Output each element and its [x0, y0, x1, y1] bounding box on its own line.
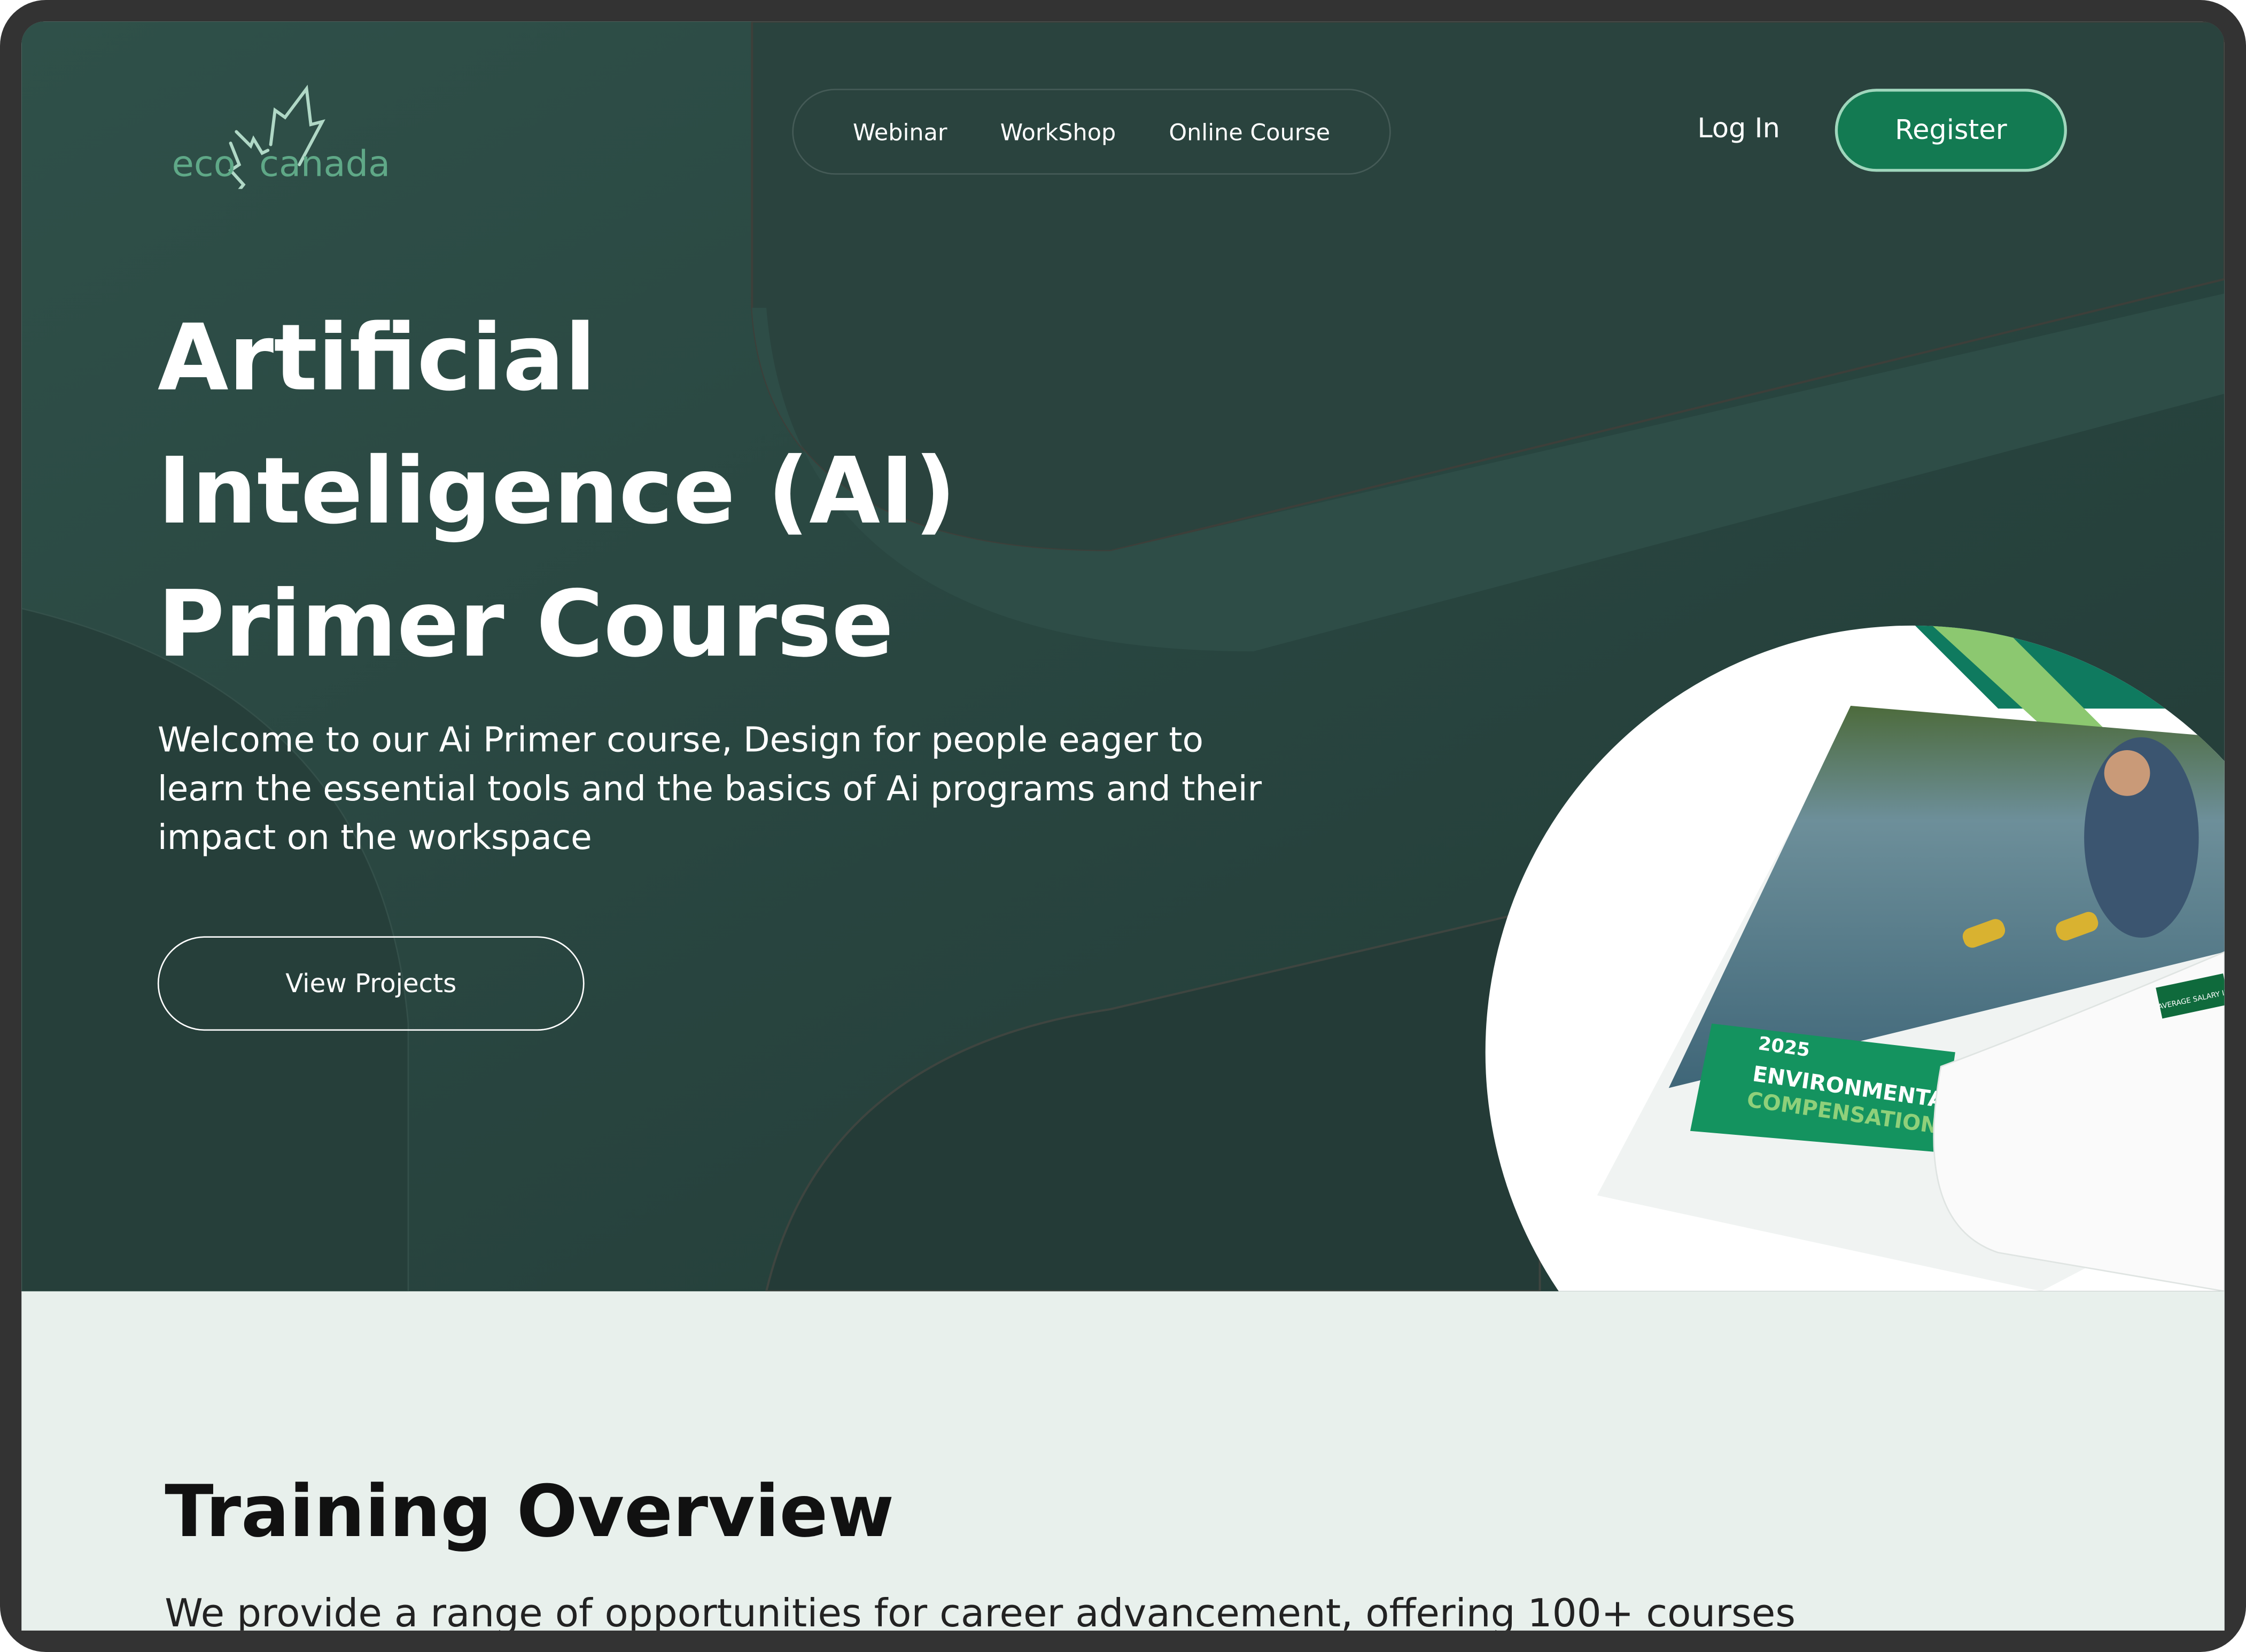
- view-projects-button[interactable]: View Projects: [157, 936, 585, 1031]
- logo-canada-text: canada: [259, 143, 390, 185]
- main-nav: Webinar WorkShop Online Course: [792, 89, 1391, 175]
- training-overview-text: We provide a range of opportunities for …: [165, 1592, 1796, 1631]
- hero-description: Welcome to our Ai Primer course, Design …: [157, 720, 1262, 858]
- training-overview-title: Training Overview: [165, 1470, 895, 1554]
- logo-eco-text: eco: [172, 143, 236, 185]
- nav-workshop[interactable]: WorkShop: [1000, 118, 1116, 145]
- nav-online-course[interactable]: Online Course: [1169, 118, 1330, 145]
- screen: eco canada Webinar WorkShop Online Cours…: [21, 21, 2225, 1631]
- report-cover-image: 2025 ENVIRONMENTAL COMPENSATION AVERAGE …: [1485, 625, 2225, 1291]
- register-button[interactable]: Register: [1835, 89, 2067, 172]
- login-link[interactable]: Log In: [1697, 113, 1779, 145]
- nav-webinar[interactable]: Webinar: [853, 118, 947, 145]
- eco-canada-logo: eco canada: [172, 84, 390, 189]
- hero-section: eco canada Webinar WorkShop Online Cours…: [21, 21, 2225, 1291]
- hero-title: Artificial Inteligence (AI) Primer Cours…: [157, 306, 957, 679]
